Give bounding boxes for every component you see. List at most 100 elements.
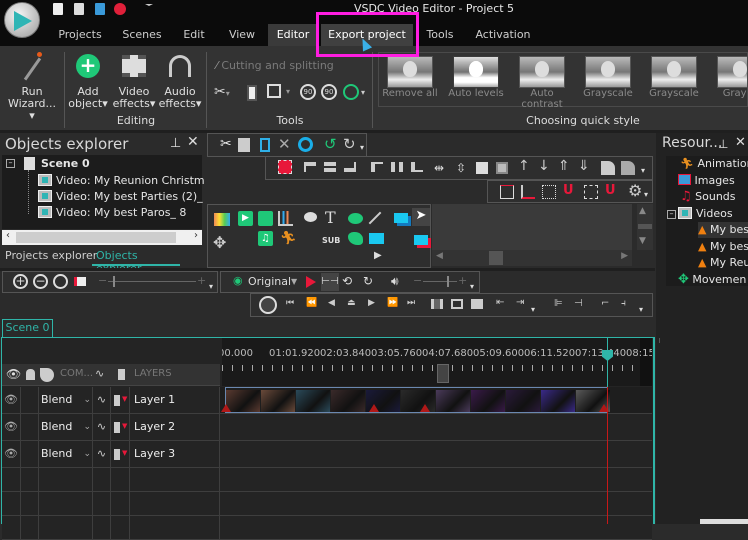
- snap-objects-icon[interactable]: [500, 185, 514, 199]
- align-left-icon[interactable]: [304, 162, 316, 172]
- layer-name[interactable]: Layer 3: [130, 441, 220, 467]
- timecode-clock-icon[interactable]: [259, 296, 277, 314]
- clip-marker-icon[interactable]: [221, 404, 231, 412]
- layer-visibility-icon[interactable]: 👁︎: [2, 414, 21, 440]
- add-animation-icon[interactable]: 🏃︎: [280, 231, 297, 246]
- paste-icon[interactable]: [260, 138, 270, 152]
- same-size-icon[interactable]: [476, 162, 488, 174]
- go-start-icon[interactable]: ⏮: [286, 298, 294, 308]
- layer-name[interactable]: Layer 1: [130, 387, 220, 413]
- layer-type-icon[interactable]: ▼: [111, 387, 130, 413]
- layer-row[interactable]: 👁︎ Blend ⌄ ∿ ▼ Layer 1: [2, 387, 652, 414]
- collapse-videos-icon[interactable]: –: [667, 210, 676, 219]
- video-clip[interactable]: [221, 387, 610, 413]
- same-height-icon[interactable]: ⇳: [456, 161, 466, 175]
- same-width-icon[interactable]: ⇹: [434, 161, 444, 175]
- go-end-icon[interactable]: ⏭: [407, 298, 415, 308]
- undo-icon[interactable]: ↺: [324, 135, 337, 153]
- move-icon[interactable]: ✥: [213, 233, 226, 252]
- add-rectangle-icon[interactable]: [369, 233, 384, 244]
- resource-movement[interactable]: ✥ Movemen: [678, 272, 746, 288]
- layer-type-header-icon[interactable]: [118, 369, 125, 380]
- layer-type-icon[interactable]: ▼: [111, 441, 130, 467]
- scroll-right-icon[interactable]: ▶: [621, 251, 628, 261]
- preview-vscroll[interactable]: ▲ ▼: [637, 204, 653, 250]
- tools-dropdown-icon[interactable]: ▾: [361, 88, 365, 97]
- layer-audio-wave-icon[interactable]: ∿: [93, 441, 111, 467]
- zoom-slider-handle[interactable]: [113, 276, 115, 287]
- marker-range-icon[interactable]: [471, 299, 483, 309]
- tab-activation[interactable]: Activation: [470, 24, 536, 46]
- fit-range-icon[interactable]: ⊢⊣: [321, 273, 339, 291]
- scrollbar-thumb[interactable]: [638, 224, 652, 229]
- layer-audio-wave-icon[interactable]: ∿: [93, 387, 111, 413]
- toolbar-overflow-icon[interactable]: ▾: [470, 282, 474, 291]
- close-panel-icon[interactable]: ✕: [735, 135, 746, 150]
- add-callout-icon[interactable]: [304, 212, 317, 222]
- tab-tools[interactable]: Tools: [420, 24, 460, 46]
- ungroup-icon[interactable]: [621, 161, 635, 175]
- zoom-fit-icon[interactable]: [53, 274, 68, 289]
- volume-slider-handle[interactable]: [447, 276, 449, 287]
- pin-icon[interactable]: ⊥: [170, 136, 181, 151]
- volume-slider-track[interactable]: [423, 281, 457, 282]
- resource-video-item[interactable]: ▲ My Reu: [698, 255, 748, 271]
- visibility-header-icon[interactable]: 👁︎: [6, 367, 21, 381]
- loop-icon[interactable]: ⟲: [342, 274, 352, 288]
- quick-style-grayscale-3[interactable]: Graysc: [707, 56, 747, 110]
- audio-spectrum-icon[interactable]: [214, 213, 230, 226]
- crop-dropdown-icon[interactable]: ▾: [286, 87, 290, 96]
- layer-icon[interactable]: [394, 213, 408, 223]
- group-icon[interactable]: [601, 161, 615, 175]
- tab-view[interactable]: View: [222, 24, 262, 46]
- delete-icon[interactable]: ✕: [278, 135, 291, 153]
- crop-icon[interactable]: [267, 84, 281, 98]
- align-end-icon[interactable]: ⊣: [574, 298, 583, 309]
- resource-sounds[interactable]: ♫ Sounds: [680, 189, 736, 205]
- clip-marker-icon[interactable]: [369, 404, 379, 412]
- tab-projects[interactable]: Projects: [52, 24, 108, 46]
- align-start-icon[interactable]: ⊫: [554, 298, 563, 309]
- quick-style-auto-contrast[interactable]: Auto contrast: [509, 56, 575, 110]
- tab-scenes[interactable]: Scenes: [116, 24, 168, 46]
- add-subtitle-icon[interactable]: SUB: [322, 236, 340, 245]
- layer-track[interactable]: [220, 387, 652, 413]
- more-objects-icon[interactable]: ▶: [374, 250, 382, 261]
- tree-item-video[interactable]: Video: My Reunion Christmas_: [38, 173, 223, 189]
- move-down-icon[interactable]: ↓: [538, 158, 550, 174]
- marker-in-icon[interactable]: [431, 299, 443, 309]
- bring-front-icon[interactable]: ⇑: [558, 158, 570, 174]
- grid-icon[interactable]: [542, 185, 556, 199]
- play-icon[interactable]: ▶: [368, 298, 375, 308]
- add-object-button[interactable]: + Add object▾: [68, 52, 108, 110]
- resources-scrollbar[interactable]: [700, 519, 748, 524]
- audio-effects-button[interactable]: Audio effects▾: [157, 52, 203, 110]
- quick-style-grayscale-1[interactable]: Grayscale: [575, 56, 641, 110]
- preview-hscroll[interactable]: ◀ ▶: [432, 250, 632, 266]
- tab-objects-explorer[interactable]: Objects explorer: [92, 247, 180, 275]
- align-center-icon[interactable]: [324, 162, 336, 172]
- layer-blend-select[interactable]: Blend ⌄: [39, 414, 93, 440]
- resource-animation[interactable]: 🏃︎ Animation: [680, 156, 748, 172]
- sprite-icon[interactable]: [414, 235, 428, 245]
- audio-wave-header-icon[interactable]: ∿: [95, 367, 104, 380]
- add-freeform-icon[interactable]: [348, 232, 363, 245]
- add-text-icon[interactable]: T: [325, 208, 336, 227]
- layer-visibility-icon[interactable]: 👁︎: [2, 387, 21, 413]
- rotate-ccw-icon[interactable]: 90: [300, 84, 316, 100]
- quick-style-grayscale-2[interactable]: Grayscale: [641, 56, 707, 110]
- step-back-icon[interactable]: ◀: [328, 298, 335, 308]
- tree-item-video[interactable]: Video: My best Paros_ 8: [38, 205, 186, 221]
- align-top-icon[interactable]: [371, 162, 383, 172]
- cutting-splitting-button[interactable]: ⁄ Cutting and splitting: [216, 59, 334, 72]
- zoom-in-icon[interactable]: +: [13, 274, 28, 289]
- pin-icon[interactable]: ⊥: [718, 137, 728, 151]
- layer-lock-toggle[interactable]: [21, 414, 39, 440]
- scroll-down-icon[interactable]: ▼: [639, 236, 646, 246]
- lock-header-icon[interactable]: [26, 369, 35, 380]
- scroll-left-icon[interactable]: ‹: [6, 230, 10, 241]
- selection-frame-icon[interactable]: [584, 185, 598, 199]
- add-chart-icon[interactable]: [278, 211, 293, 226]
- tools-wrench-icon[interactable]: [343, 84, 359, 100]
- toolbar-overflow-icon[interactable]: ▾: [644, 190, 648, 199]
